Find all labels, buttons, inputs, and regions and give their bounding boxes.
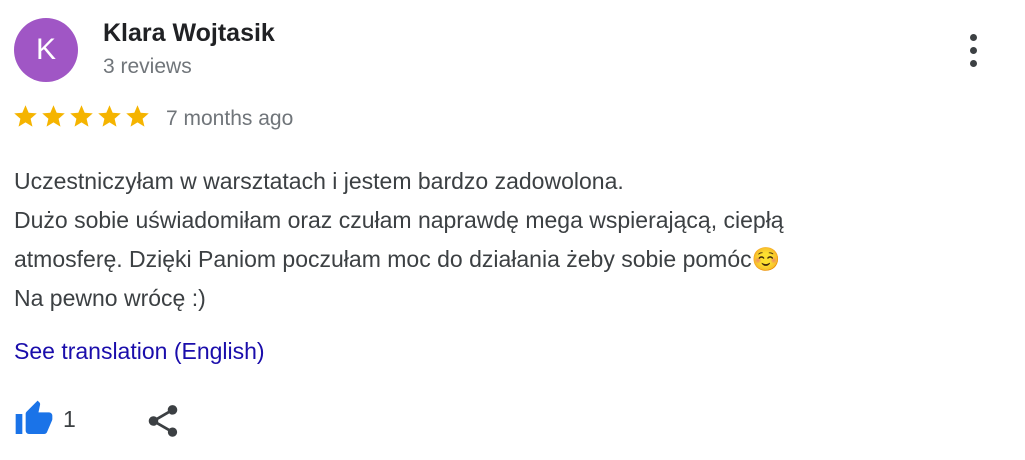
see-translation-link[interactable]: See translation (English) [14, 338, 265, 365]
star-icon [126, 105, 149, 127]
review-text-line: Na pewno wrócę :) [14, 285, 206, 311]
review-text-line: Uczestniczyłam w warsztatach i jestem ba… [14, 168, 624, 194]
star-icon [70, 105, 93, 127]
avatar-initial: K [35, 33, 56, 66]
share-button[interactable] [144, 402, 182, 440]
review-date: 7 months ago [166, 107, 294, 130]
star-icon [42, 105, 65, 127]
like-button[interactable]: 1 [14, 399, 76, 439]
review-text-line: Dużo sobie uświadomiłam oraz czułam napr… [14, 207, 784, 233]
more-options-button[interactable] [957, 28, 989, 72]
star-icon [14, 105, 37, 127]
avatar[interactable]: K [14, 18, 78, 82]
star-icon [98, 105, 121, 127]
review-count: 3 reviews [103, 55, 192, 78]
like-count: 1 [63, 405, 76, 432]
review-text-line: atmosferę. Dzięki Paniom poczułam moc do… [14, 246, 781, 272]
review-text: Uczestniczyłam w warsztatach i jestem ba… [14, 162, 1004, 318]
share-icon [144, 402, 182, 440]
star-rating [12, 103, 151, 130]
more-vertical-icon [969, 33, 977, 41]
author-name[interactable]: Klara Wojtasik [103, 19, 275, 48]
thumbs-up-icon [14, 399, 54, 439]
